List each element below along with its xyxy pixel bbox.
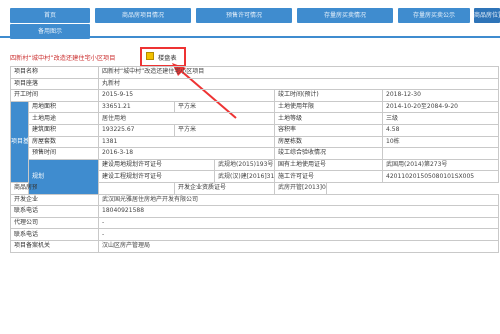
tab-location[interactable]: 商品房位置	[474, 8, 500, 23]
start-value: 2015-9-15	[98, 89, 276, 102]
table-row: 建筑面积 193225.67 平方米 容积率 4.58	[11, 123, 500, 137]
table-row: 项目名称 四新村“城中村”改造还建住宅小区项目	[9, 66, 500, 79]
nav-divider	[0, 36, 500, 38]
location-value: 丸新村	[98, 77, 500, 91]
developer-label: 开发企业	[9, 193, 100, 207]
acceptance-value	[382, 147, 500, 160]
eng-plan-value: 武规(汉)建[2016]31号	[214, 170, 276, 183]
land-term-label: 土地使用年限	[274, 100, 384, 114]
table-row: 土地用途 居住用地 土地等级 三级	[11, 112, 500, 125]
presale-time-label: 预售时间	[27, 147, 100, 160]
phone2-label: 联系电话	[9, 228, 100, 241]
tab-resale[interactable]: 存量房买卖情况	[297, 8, 393, 23]
table-row: 项目座落 丸新村	[9, 77, 500, 91]
project-name-label: 项目名称	[9, 66, 100, 79]
buildings-label: 房屋栋数	[274, 135, 384, 149]
mgmt-label: 项目备案机关	[9, 239, 100, 253]
land-plan-value: 武规地(2015)193号	[214, 158, 276, 172]
use-label: 土地用途	[27, 112, 100, 125]
location-label: 项目座落	[9, 77, 100, 91]
use-value: 居住用地	[98, 112, 276, 125]
presale-value	[98, 181, 176, 195]
permits-sub-label: 规划	[27, 158, 100, 195]
top-nav: 首页 商品房项目情况 预售许可情况 存量房买卖情况 存量房买卖公示 商品房位置 …	[0, 0, 500, 39]
tab-resale-notice[interactable]: 存量房买卖公示	[398, 8, 470, 23]
land-cert-value: 武国用(2014)第273号	[382, 158, 500, 172]
build-area-label: 建筑面积	[27, 123, 100, 137]
table-row: 开发企业 武汉国光雅居住房地产开发有限公司	[9, 193, 500, 207]
basic-info-side-label: 项目基本情况	[10, 100, 29, 183]
highlight-box	[140, 47, 186, 67]
land-cert-label: 国有土地使用证号	[274, 158, 384, 172]
build-area-unit: 平方米	[174, 123, 276, 137]
agent-label: 代理公司	[9, 216, 100, 230]
grade-label: 土地等级	[274, 112, 384, 125]
table-row: 开工时间 2015-9-15 竣工时间(预计) 2018-12-30	[9, 89, 500, 102]
construct-label: 施工许可证号	[274, 170, 384, 183]
area-unit: 平方米	[174, 100, 276, 114]
project-info-table: 项目名称 四新村“城中村”改造还建住宅小区项目 项目座落 丸新村 开工时间 20…	[9, 66, 500, 253]
presale-cert-label: 开发企业资质证号	[174, 181, 276, 195]
construct-value: 420110201505080101SX005	[382, 170, 500, 183]
table-row: 联系电话 -	[9, 228, 500, 241]
grade-value: 三级	[382, 112, 500, 125]
table-row: 项目备案机关 汉山区房产管理局	[9, 239, 500, 253]
phone-value: 18040921588	[98, 205, 500, 218]
acceptance-label: 竣工综合验收情况	[274, 147, 384, 160]
tab-home[interactable]: 首页	[10, 8, 90, 23]
breadcrumb: 四新村“城中村”改造还建住宅小区项目	[10, 55, 116, 62]
eng-plan-label: 建设工程规划许可证号	[98, 170, 216, 183]
presale-time-value: 2016-3-18	[98, 147, 276, 160]
phone2-value: -	[98, 228, 500, 241]
start-label: 开工时间	[9, 89, 100, 102]
build-area-value: 193225.67	[98, 123, 176, 137]
finish-value: 2018-12-30	[382, 89, 500, 102]
project-name-value: 四新村“城中村”改造还建住宅小区项目	[98, 66, 500, 79]
buildings-value: 10栋	[382, 135, 500, 149]
table-row: 联系电话 18040921588	[9, 205, 500, 218]
agent-value: -	[98, 216, 500, 230]
finish-label: 竣工时间(预计)	[274, 89, 384, 102]
mgmt-value: 汉山区房产管理局	[98, 239, 500, 253]
table-row: 代理公司 -	[9, 216, 500, 230]
table-row: 房屋套数 1381 房屋栋数 10栋	[11, 135, 500, 149]
table-row: 预售时间 2016-3-18 竣工综合验收情况	[11, 147, 500, 160]
area-label: 用地面积	[27, 100, 100, 114]
phone-label: 联系电话	[9, 205, 100, 218]
land-plan-label: 建设用地规划许可证号	[98, 158, 216, 172]
table-row: 项目基本情况 用地面积 33651.21 平方米 土地使用年限 2014-10-…	[10, 100, 500, 183]
table-row: 规划 建设用地规划许可证号 武规地(2015)193号 国有土地使用证号 武国用…	[11, 158, 500, 195]
presale-label: 商品房预售许可证号	[10, 181, 37, 195]
plot-ratio-label: 容积率	[274, 123, 384, 137]
presale-cert-value: 武房开管[2013]08009号	[274, 181, 328, 195]
developer-value: 武汉国光雅居住房地产开发有限公司	[98, 193, 500, 207]
units-value: 1381	[98, 135, 276, 149]
units-label: 房屋套数	[27, 135, 100, 149]
land-term-value: 2014-10-20至2084-9-20	[382, 100, 500, 114]
tab-presale[interactable]: 预售许可情况	[196, 8, 292, 23]
area-value: 33651.21	[98, 100, 176, 114]
tab-projects[interactable]: 商品房项目情况	[95, 8, 191, 23]
plot-ratio-value: 4.58	[382, 123, 500, 137]
